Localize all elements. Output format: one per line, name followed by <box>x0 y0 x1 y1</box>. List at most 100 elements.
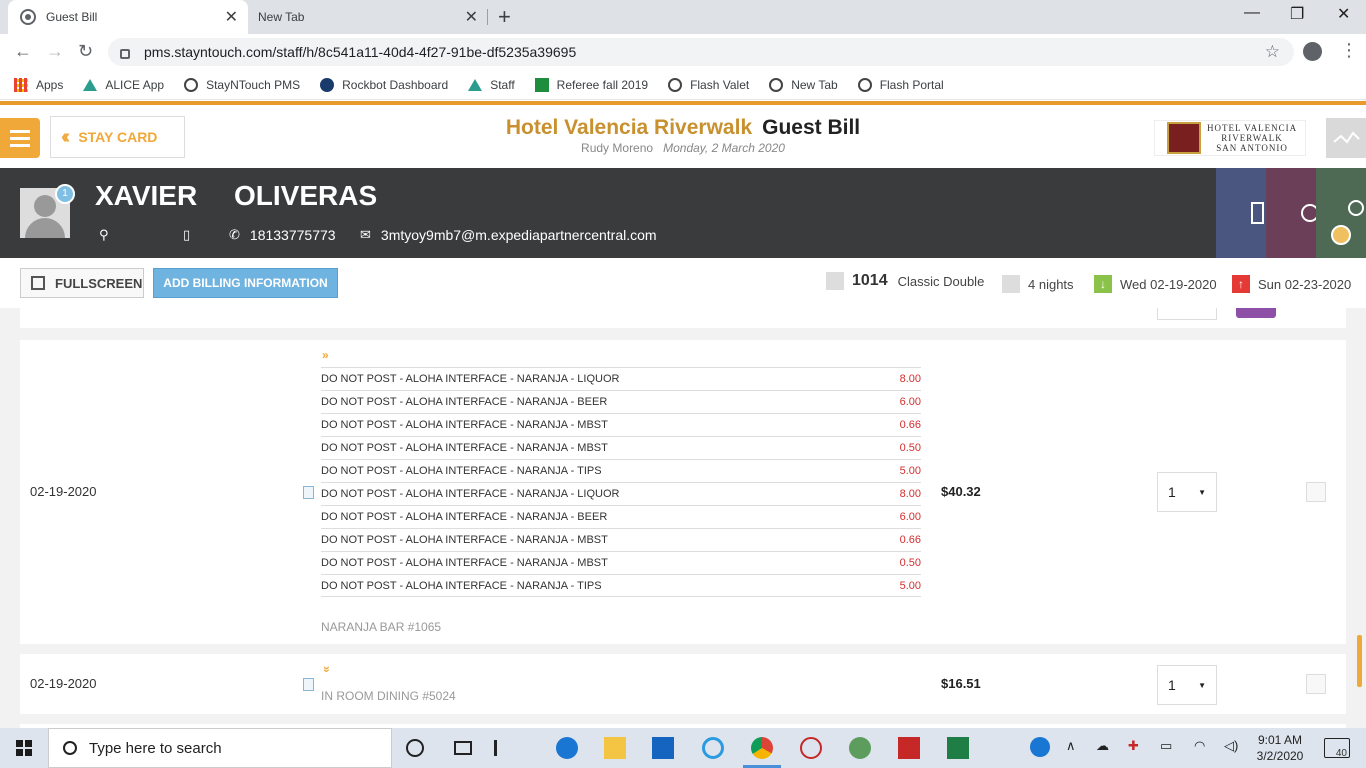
mobile-icon[interactable]: ▯ <box>183 227 200 243</box>
globe-icon <box>184 77 199 92</box>
scrollbar[interactable] <box>1357 635 1362 687</box>
room-type: Classic Double <box>897 273 985 289</box>
close-tab-icon[interactable]: ✕ <box>225 7 238 27</box>
collapse-chevron-icon[interactable]: » <box>322 348 329 362</box>
bookmarks-bar: Apps ALICE App StayNTouch PMS Rockbot Da… <box>0 70 1366 100</box>
system-clock[interactable]: 9:01 AM 3/2/2020 <box>1250 732 1310 764</box>
globe-icon <box>857 77 872 92</box>
bookmark-stayntouch[interactable]: StayNTouch PMS <box>184 77 300 92</box>
document-icon[interactable] <box>303 486 314 499</box>
browser-tab-strip: Guest Bill ✕ New Tab ✕ + — ❐ ✕ <box>0 0 1366 34</box>
reload-icon[interactable]: ↻ <box>78 41 93 62</box>
transaction-reference: IN ROOM DINING #5024 <box>321 689 456 703</box>
security-icon[interactable]: ✚ <box>1128 738 1139 754</box>
hotel-logo-mark <box>1167 122 1201 154</box>
tab-new-tab[interactable]: New Tab ✕ <box>248 0 488 34</box>
close-window-icon[interactable]: ✕ <box>1337 4 1350 24</box>
network-app-icon[interactable] <box>849 737 871 759</box>
departure-info: ↑ Sun 02-23-2020 <box>1232 275 1351 293</box>
page-heading: Guest Bill <box>762 116 861 139</box>
bookmark-alice[interactable]: ALICE App <box>83 78 164 92</box>
bookmark-star-icon[interactable]: ☆ <box>1265 42 1280 62</box>
list-item: DO NOT POST - ALOHA INTERFACE - NARANJA … <box>321 436 921 459</box>
back-icon[interactable]: ← <box>14 41 32 62</box>
arrival-info: ↓ Wed 02-19-2020 <box>1094 275 1217 293</box>
bill-toolbar: FULLSCREEN ADD BILLING INFORMATION 1014 … <box>0 258 1366 308</box>
wifi-icon[interactable]: ◠ <box>1194 738 1205 754</box>
search-icon <box>63 741 77 755</box>
maximize-icon[interactable]: ❐ <box>1290 4 1304 24</box>
acrobat-icon[interactable] <box>898 737 920 759</box>
quantity-select[interactable]: 1 ▼ <box>1157 665 1217 705</box>
snipping-tool-icon[interactable] <box>800 737 822 759</box>
search-icon[interactable] <box>1331 225 1351 245</box>
document-icon[interactable] <box>303 678 314 691</box>
side-tab-rings[interactable] <box>1316 168 1366 258</box>
minimize-icon[interactable]: — <box>1244 4 1260 22</box>
bookmark-rockbot[interactable]: Rockbot Dashboard <box>320 77 448 92</box>
help-icon[interactable] <box>1030 737 1050 757</box>
list-item: DO NOT POST - ALOHA INTERFACE - NARANJA … <box>321 459 921 482</box>
internet-explorer-icon[interactable] <box>702 737 724 759</box>
cortana-icon[interactable] <box>406 739 424 757</box>
fullscreen-button[interactable]: FULLSCREEN <box>20 268 144 298</box>
task-view-icon[interactable] <box>454 741 472 755</box>
list-item: DO NOT POST - ALOHA INTERFACE - NARANJA … <box>321 528 921 551</box>
row-checkbox[interactable] <box>1306 482 1326 502</box>
chevron-up-icon[interactable]: ∧ <box>1066 738 1076 754</box>
taskbar-search-input[interactable]: Type here to search <box>48 728 392 768</box>
phone-icon: ✆ <box>229 227 240 242</box>
hotel-logo: HOTEL VALENCIA RIVERWALK SAN ANTONIO <box>1154 120 1306 156</box>
bookmark-apps[interactable]: Apps <box>14 77 63 92</box>
user-name: Rudy Moreno <box>581 141 654 155</box>
action-button-stub[interactable] <box>1236 308 1276 318</box>
power-icon[interactable]: ▭ <box>1160 738 1172 754</box>
alice-icon <box>468 78 483 91</box>
bookmark-new-tab[interactable]: New Tab <box>769 77 838 92</box>
tab-title: Guest Bill <box>46 10 98 24</box>
list-item: DO NOT POST - ALOHA INTERFACE - NARANJA … <box>321 413 921 436</box>
qty-select-stub[interactable] <box>1157 308 1217 320</box>
side-tab-web[interactable] <box>1266 168 1319 258</box>
activity-chart-icon[interactable] <box>1326 118 1366 158</box>
outlook-icon[interactable] <box>652 737 674 759</box>
windows-start-icon[interactable] <box>16 740 32 756</box>
bookmark-referee[interactable]: Referee fall 2019 <box>534 77 648 92</box>
transaction-row: » 02-19-2020 IN ROOM DINING #5024 $16.51… <box>20 654 1346 714</box>
list-item: DO NOT POST - ALOHA INTERFACE - NARANJA … <box>321 574 921 597</box>
address-icon[interactable]: ⚲ <box>99 227 119 243</box>
tab-title: New Tab <box>258 10 305 24</box>
rings-icon <box>1348 200 1364 216</box>
profile-icon[interactable] <box>1303 42 1322 61</box>
transaction-reference: NARANJA BAR #1065 <box>321 620 442 634</box>
bookmark-flash-valet[interactable]: Flash Valet <box>668 77 749 92</box>
quantity-select[interactable]: 1 ▼ <box>1157 472 1217 512</box>
nights-info: 4 nights <box>1002 275 1074 293</box>
transaction-row: » DO NOT POST - ALOHA INTERFACE - NARANJ… <box>20 340 1346 644</box>
browser-menu-icon[interactable]: ⋮ <box>1340 40 1358 61</box>
address-bar[interactable]: pms.stayntouch.com/staff/h/8c541a11-40d4… <box>108 38 1294 66</box>
bookmark-staff[interactable]: Staff <box>468 78 515 92</box>
chrome-icon[interactable] <box>751 737 773 759</box>
edge-icon[interactable] <box>556 737 578 759</box>
list-item: DO NOT POST - ALOHA INTERFACE - NARANJA … <box>321 482 921 505</box>
add-billing-info-button[interactable]: ADD BILLING INFORMATION <box>153 268 338 298</box>
bookmark-flash-portal[interactable]: Flash Portal <box>857 77 944 92</box>
volume-icon[interactable]: ◁) <box>1224 738 1238 754</box>
row-checkbox[interactable] <box>1306 674 1326 694</box>
email-info: ✉ 3mtyoy9mb7@m.expediapartnercentral.com <box>360 227 657 243</box>
side-tab-building[interactable] <box>1216 168 1266 258</box>
forward-icon[interactable]: → <box>46 41 64 62</box>
expand-chevron-icon[interactable]: » <box>320 666 334 673</box>
email-icon: ✉ <box>360 227 371 242</box>
notifications-icon[interactable]: 40 <box>1324 738 1350 759</box>
excel-icon[interactable] <box>947 737 969 759</box>
onedrive-icon[interactable]: ☁ <box>1096 738 1109 754</box>
tab-guest-bill[interactable]: Guest Bill ✕ <box>8 0 248 34</box>
file-explorer-icon[interactable] <box>604 737 626 759</box>
globe-icon <box>769 77 784 92</box>
apps-grid-icon <box>14 77 28 92</box>
new-tab-button[interactable]: + <box>498 4 511 30</box>
guest-first-name: XAVIER <box>95 180 198 211</box>
close-tab-icon[interactable]: ✕ <box>465 7 478 27</box>
